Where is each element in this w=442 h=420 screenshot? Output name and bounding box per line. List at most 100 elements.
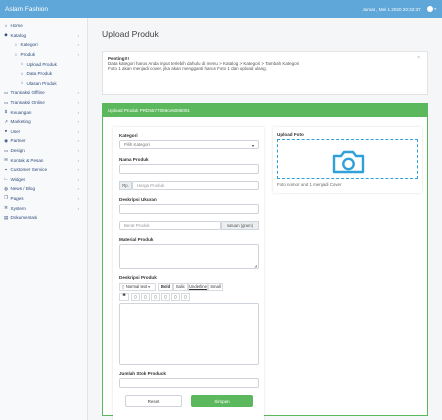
cart-icon: ▭ bbox=[4, 99, 9, 105]
sidebar-item-label: Ulasan Produk bbox=[26, 80, 57, 86]
user-menu[interactable]: ▾ bbox=[426, 6, 436, 12]
cart-icon: ▭ bbox=[4, 89, 9, 95]
chevron-left-icon: ‹ bbox=[77, 42, 79, 48]
upload-caption: Foto nomor urut 1 menjadi Cover bbox=[277, 182, 342, 187]
user-icon: ● bbox=[4, 128, 8, 134]
sidebar-item-label: Widget bbox=[10, 176, 25, 182]
sidebar-item-user[interactable]: ● User ‹ bbox=[0, 127, 87, 137]
sidebar-item-label: Katalog bbox=[10, 32, 27, 38]
page-title: Upload Produk bbox=[102, 29, 159, 39]
datetime-text: Jumat , Mei 1 2020 20:32:37 bbox=[362, 6, 421, 12]
sidebar-item-transaksi-offline[interactable]: ▭ Transaksi Offline ‹ bbox=[0, 88, 87, 98]
sidebar-item-kategori[interactable]: ○ Kategori ‹ bbox=[0, 40, 87, 50]
underline-button[interactable]: Underline bbox=[188, 283, 208, 291]
circle-icon: ○ bbox=[14, 51, 18, 57]
product-form-panel: Kategori Pilih Kategori ▾ Nama Produk Rp… bbox=[113, 127, 264, 420]
nama-produk-label: Nama Produk bbox=[119, 157, 149, 162]
sidebar-item-marketing[interactable]: ↗ Marketing ‹ bbox=[0, 117, 87, 127]
sidebar-item-label: Pages bbox=[10, 195, 24, 201]
brand-name[interactable]: Aslam Fashion bbox=[0, 6, 88, 13]
kategori-label: Kategori bbox=[119, 133, 138, 138]
unordered-list-button[interactable]: ▯ bbox=[131, 293, 140, 301]
home-icon: ⌂ bbox=[4, 22, 8, 28]
outdent-button[interactable]: ▯ bbox=[151, 293, 160, 301]
sidebar-item-keuangan[interactable]: $ Keuangan ‹ bbox=[0, 107, 87, 117]
photo-dropzone[interactable] bbox=[277, 139, 418, 179]
close-icon[interactable]: × bbox=[417, 55, 420, 61]
sidebar-item-label: Produk bbox=[20, 52, 36, 58]
sidebar-item-label: Dokumentasi bbox=[10, 215, 38, 221]
deskripsi-ukuran-label: Deskripsi Ukuran bbox=[119, 197, 157, 202]
nama-produk-input[interactable] bbox=[119, 164, 259, 174]
jumlah-stok-input[interactable] bbox=[119, 378, 259, 388]
bold-button[interactable]: Bold bbox=[158, 283, 173, 291]
chevron-left-icon: ‹ bbox=[77, 195, 79, 201]
sidebar-item-label: Home bbox=[10, 23, 23, 29]
deskripsi-produk-editor[interactable] bbox=[119, 303, 259, 365]
chat-icon: ◓ bbox=[4, 166, 8, 172]
image-button[interactable]: ▯ bbox=[181, 293, 190, 301]
monitor-icon: ▭ bbox=[4, 147, 9, 153]
sidebar-item-label: User bbox=[10, 128, 21, 134]
info-alert: Penting!!! Data kategori harus Anda inpu… bbox=[102, 51, 428, 95]
sidebar-item-kontak-pesan[interactable]: ✉ Kontak & Pesan ‹ bbox=[0, 155, 87, 165]
globe-icon: ◍ bbox=[4, 185, 8, 191]
sidebar-item-produk[interactable]: ○ Produk ‹ bbox=[0, 50, 87, 60]
chevron-left-icon: ‹ bbox=[77, 138, 79, 144]
sidebar-item-label: News / Blog bbox=[10, 186, 36, 192]
sidebar-item-system[interactable]: ✲ System ‹ bbox=[0, 203, 87, 213]
sidebar-item-upload-produk[interactable]: ○ Upload Produk bbox=[0, 59, 87, 69]
main-content: Upload Produk Penting!!! Data kategori h… bbox=[88, 18, 442, 420]
sidebar-item-transaksi-online[interactable]: ▭ Transaksi Online ‹ bbox=[0, 98, 87, 108]
reset-button[interactable]: Reset bbox=[125, 395, 182, 407]
simpan-button[interactable]: Simpan bbox=[191, 395, 253, 407]
material-produk-textarea[interactable]: ◢ bbox=[119, 244, 259, 269]
circle-icon: ○ bbox=[20, 80, 24, 86]
deskripsi-produk-label: Deskripsi Produk bbox=[119, 275, 157, 280]
chevron-left-icon: ‹ bbox=[77, 128, 79, 134]
sidebar-item-pages[interactable]: ❐ Pages ‹ bbox=[0, 194, 87, 204]
kategori-select[interactable]: Pilih Kategori ▾ bbox=[119, 140, 259, 149]
sidebar-item-customer-service[interactable]: ◓ Customer Service ‹ bbox=[0, 165, 87, 175]
link-button[interactable]: ▯ bbox=[171, 293, 180, 301]
text-style-value: Normal text bbox=[125, 284, 148, 290]
chevron-left-icon: ‹ bbox=[77, 119, 79, 125]
chevron-left-icon: ‹ bbox=[77, 90, 79, 96]
sidebar-item-home[interactable]: ⌂ Home bbox=[0, 21, 87, 31]
sidebar-item-katalog[interactable]: ◆ Katalog ‹ bbox=[0, 31, 87, 41]
sidebar-item-widget[interactable]: ∟ Widget ‹ bbox=[0, 175, 87, 185]
small-button[interactable]: Small bbox=[208, 283, 223, 291]
cog-icon: ✲ bbox=[4, 205, 8, 211]
jumlah-stok-label: Jumlah Stok Produck bbox=[119, 371, 166, 376]
circle-icon: ○ bbox=[20, 61, 24, 67]
dollar-icon: $ bbox=[4, 109, 8, 115]
sidebar-item-design[interactable]: ▭ Design ‹ bbox=[0, 146, 87, 156]
sidebar-item-label: Marketing bbox=[10, 119, 31, 125]
berat-produk-input[interactable]: Berat Produk bbox=[119, 221, 221, 230]
sidebar-item-data-produk[interactable]: ○ Data Produk bbox=[0, 69, 87, 79]
sidebar-item-news-blog[interactable]: ◍ News / Blog ‹ bbox=[0, 184, 87, 194]
sidebar-item-partner[interactable]: ◉ Partner ‹ bbox=[0, 136, 87, 146]
quote-button[interactable]: ❝ bbox=[119, 293, 129, 301]
italic-button[interactable]: Italic bbox=[173, 283, 188, 291]
sidebar-item-label: Transaksi Online bbox=[10, 100, 45, 106]
text-style-select[interactable]: ▯ Normal text ▾ bbox=[119, 283, 156, 291]
sidebar-item-label: Transaksi Offline bbox=[10, 90, 45, 96]
deskripsi-ukuran-input[interactable] bbox=[119, 204, 259, 214]
material-produk-label: Material Produk bbox=[119, 237, 154, 242]
sidebar-item-label: Upload Produk bbox=[26, 61, 57, 67]
chevron-left-icon: ‹ bbox=[77, 157, 79, 163]
indent-button[interactable]: ▯ bbox=[161, 293, 170, 301]
text-style-icon: ▯ bbox=[122, 284, 125, 290]
chevron-down-icon: ▾ bbox=[434, 7, 436, 11]
alert-line-2: Foto 1 akan menjadi cover, jika akan men… bbox=[108, 66, 267, 72]
sidebar-item-ulasan-produk[interactable]: ○ Ulasan Produk bbox=[0, 79, 87, 89]
berat-placeholder: Berat Produk bbox=[124, 223, 150, 228]
chevron-left-icon: ‹ bbox=[77, 176, 79, 182]
chevron-left-icon: ‹ bbox=[77, 32, 79, 38]
sidebar-item-label: Customer Service bbox=[10, 167, 48, 173]
book-icon: ▤ bbox=[4, 214, 9, 220]
harga-produk-input[interactable]: Harga Produk bbox=[132, 181, 259, 190]
sidebar-item-dokumentasi[interactable]: ▤ Dokumentasi bbox=[0, 213, 87, 223]
ordered-list-button[interactable]: ▯ bbox=[141, 293, 150, 301]
